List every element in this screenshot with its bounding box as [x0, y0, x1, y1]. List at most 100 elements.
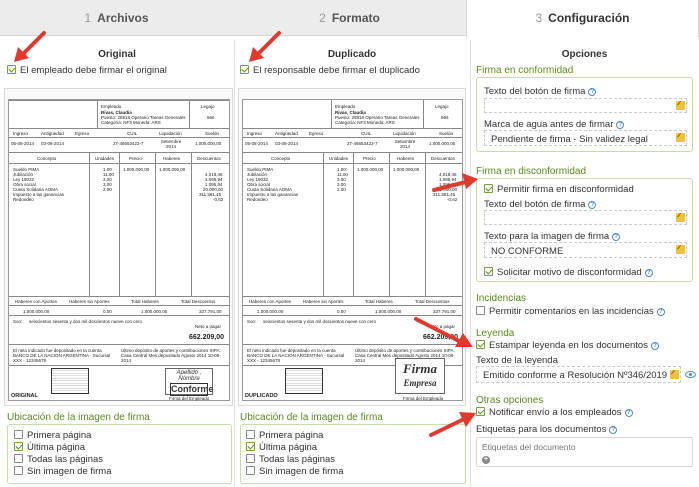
help-icon[interactable]: ? — [644, 269, 653, 277]
checkbox-icon[interactable] — [14, 454, 23, 463]
firma-disconformidad-title: Firma en disconformidad — [476, 166, 587, 177]
checkbox-icon[interactable] — [476, 306, 485, 315]
notificar-envio-option[interactable]: Notificar envío a los empleados? — [476, 407, 633, 418]
tab-number: 3 — [535, 11, 543, 25]
company-stamp — [285, 368, 323, 394]
edit-icon[interactable] — [676, 101, 685, 110]
permitir-comentarios-option[interactable]: Permitir comentarios en las incidencias? — [476, 306, 665, 317]
tab-number: 1 — [84, 11, 92, 25]
original-title: Original — [98, 49, 136, 60]
option-label: Última página — [27, 442, 86, 453]
checkbox-checked-icon[interactable] — [14, 442, 23, 451]
right-option-primera[interactable]: Primera página — [246, 430, 323, 441]
option-label: Primera página — [259, 430, 324, 441]
help-icon[interactable]: ? — [609, 426, 618, 434]
checkbox-checked-icon[interactable] — [484, 184, 493, 193]
otras-opciones-title: Otras opciones — [476, 395, 544, 406]
texto-leyenda-label: Texto de la leyenda — [476, 355, 558, 366]
help-icon[interactable]: ? — [656, 308, 665, 316]
option-label: Sin imagen de firma — [259, 466, 344, 477]
checkbox-checked-icon[interactable] — [240, 65, 249, 74]
edit-icon[interactable] — [676, 245, 685, 254]
neto-value: 662.209,00 — [189, 334, 225, 341]
option-label: El responsable debe firmar el duplicado — [253, 65, 420, 76]
option-label: Sin imagen de firma — [27, 466, 112, 477]
option-label: El empleado debe firmar el original — [20, 65, 167, 76]
receipt-document: Empleado Legajo Rivas, Claudia Puesto: 2… — [8, 99, 230, 401]
column-divider — [234, 40, 235, 487]
texto-boton-field-2[interactable] — [484, 210, 687, 225]
help-icon[interactable]: ? — [612, 233, 621, 241]
texto-boton-label-2: Texto del botón de firma? — [484, 199, 597, 210]
eye-icon[interactable] — [685, 371, 696, 378]
checkbox-icon[interactable] — [246, 454, 255, 463]
right-option-todas[interactable]: Todas las páginas — [246, 454, 335, 465]
checkbox-checked-icon[interactable] — [484, 267, 493, 276]
texto-boton-field[interactable] — [484, 98, 687, 113]
duplicado-title: Duplicado — [327, 49, 377, 60]
tab-label: Archivos — [97, 11, 149, 25]
left-option-sin[interactable]: Sin imagen de firma — [14, 466, 111, 477]
etiquetas-label: Etiquetas para los documentos? — [476, 424, 618, 435]
original-sign-option[interactable]: El empleado debe firmar el original — [7, 65, 167, 76]
left-option-primera[interactable]: Primera página — [14, 430, 91, 441]
texto-leyenda-field[interactable]: Emitido conforme a Resolución Nº346/2019… — [476, 366, 681, 383]
column-divider — [470, 40, 471, 487]
signature-image: Apellido , Nombre Conforme — [165, 368, 214, 396]
employee-categoria: Categoría: NF3 Moneda: ARS — [101, 120, 161, 125]
tab-label: Configuración — [548, 11, 630, 25]
add-tag-icon[interactable]: + — [482, 456, 490, 464]
left-option-ultima[interactable]: Última página — [14, 442, 85, 453]
texto-imagen-label: Texto para la imagen de firma? — [484, 231, 621, 242]
checkbox-checked-icon[interactable] — [476, 407, 485, 416]
option-label: Primera página — [27, 430, 92, 441]
permitir-disconformidad-option[interactable]: Permitir firma en disconformidad — [484, 184, 634, 195]
original-preview: Empleado Legajo Rivas, Claudia Puesto: 2… — [4, 88, 233, 406]
option-label: Última página — [259, 442, 318, 453]
option-label: Todas las páginas — [259, 454, 336, 465]
tab-formato[interactable]: 2 Formato — [233, 0, 466, 36]
help-icon[interactable]: ? — [616, 121, 625, 129]
option-label: Permitir comentarios en las incidencias — [489, 306, 654, 317]
checkbox-icon[interactable] — [14, 430, 23, 439]
duplicado-preview: Empleado Legajo Rivas, Claudia Puesto: 2… — [238, 88, 466, 406]
left-option-todas[interactable]: Todas las páginas — [14, 454, 103, 465]
receipt-label: DUPLICADO — [245, 393, 278, 399]
signature-caption: Firma del Empleado — [403, 396, 444, 401]
solicitar-motivo-option[interactable]: Solicitar motivo de disconformidad? — [484, 267, 653, 278]
checkbox-checked-icon[interactable] — [246, 442, 255, 451]
receipt-document: Empleado Legajo Rivas, Claudia Puesto: 2… — [242, 99, 463, 401]
incidencias-title: Incidencias — [476, 293, 527, 304]
checkbox-icon[interactable] — [246, 466, 255, 475]
option-label: Todas las páginas — [27, 454, 104, 465]
edit-icon[interactable] — [676, 213, 685, 222]
help-icon[interactable]: ? — [588, 201, 597, 209]
opciones-title: Opciones — [561, 49, 608, 60]
signature-caption: Firma del Empleado — [169, 396, 210, 401]
tab-configuracion[interactable]: 3 Configuración — [466, 0, 699, 37]
firma-conformidad-title: Firma en conformidad — [476, 65, 574, 76]
right-option-ultima[interactable]: Última página — [246, 442, 317, 453]
duplicado-sign-option[interactable]: El responsable debe firmar el duplicado — [240, 65, 420, 76]
checkbox-checked-icon[interactable] — [476, 340, 485, 349]
tab-label: Formato — [331, 11, 380, 25]
texto-imagen-field[interactable]: NO CONFORME — [484, 242, 687, 258]
help-icon[interactable]: ? — [650, 342, 659, 350]
checkbox-checked-icon[interactable] — [7, 65, 16, 74]
edit-icon[interactable] — [676, 133, 685, 142]
texto-boton-label: Texto del botón de firma? — [484, 86, 597, 97]
company-stamp — [51, 368, 89, 394]
help-icon[interactable]: ? — [588, 88, 597, 96]
estampar-leyenda-option[interactable]: Estampar leyenda en los documentos? — [476, 340, 659, 351]
empleado-label: Empleado — [101, 104, 122, 109]
tab-archivos[interactable]: 1 Archivos — [0, 0, 233, 36]
checkbox-icon[interactable] — [246, 430, 255, 439]
option-label: Solicitar motivo de disconformidad — [497, 267, 642, 278]
etiquetas-input[interactable]: Etiquetas del documento + — [476, 437, 693, 467]
edit-icon[interactable] — [670, 370, 679, 379]
marca-agua-field[interactable]: Pendiente de firma - Sin validez legal — [484, 130, 687, 146]
help-icon[interactable]: ? — [624, 409, 633, 417]
right-option-sin[interactable]: Sin imagen de firma — [246, 466, 343, 477]
ubicacion-title-left: Ubicación de la imagen de firma — [7, 412, 150, 423]
checkbox-icon[interactable] — [14, 466, 23, 475]
